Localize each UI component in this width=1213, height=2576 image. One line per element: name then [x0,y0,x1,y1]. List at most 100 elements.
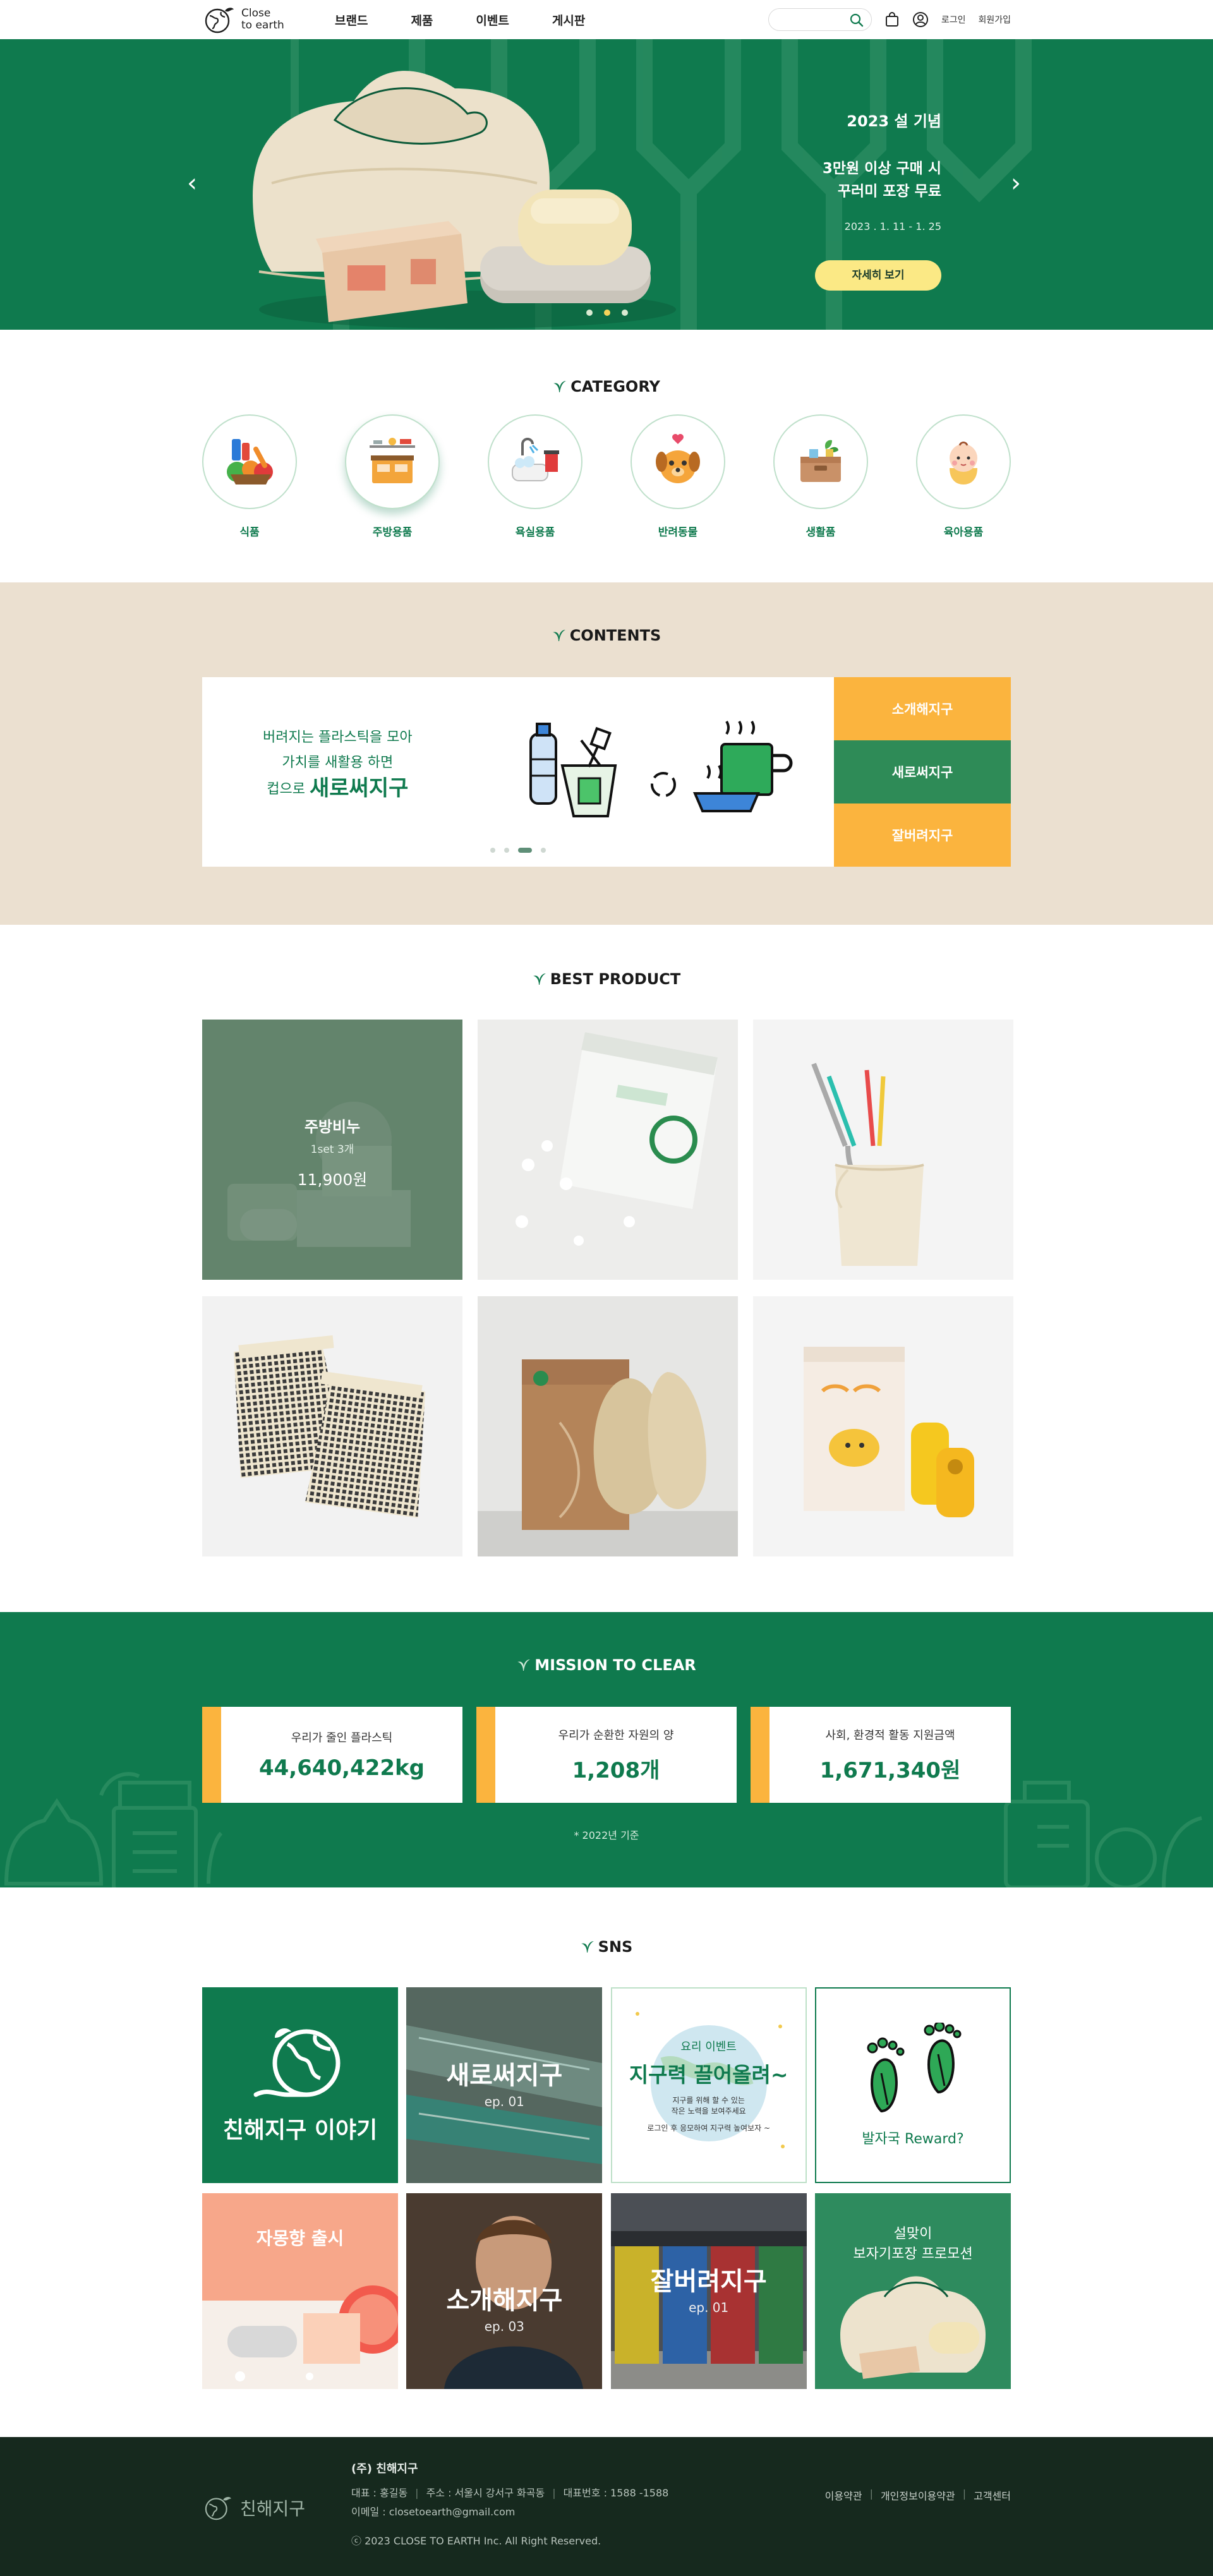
contents-slide[interactable]: 버려지는 플라스틱을 모아 가치를 새활용 하면 컵으로 새로써지구 [202,677,834,867]
globe-hand-icon [253,2028,341,2097]
separator: | [415,2487,419,2499]
contents-pagination [490,848,546,853]
sns-card-dispose-ep1[interactable]: 잘버려지구 ep. 01 [610,2193,807,2389]
contents-dot-2[interactable] [504,848,509,853]
recycle-illustration [529,720,793,817]
category-label: 육아용품 [943,526,984,539]
stat-value: 1,671,340원 [819,1757,961,1783]
mesh-bag-image [233,1335,426,1518]
sns-title-text: SNS [598,1938,633,1956]
category-item-living[interactable]: 생활품 [773,414,868,539]
stat-value: 1,208개 [572,1757,660,1783]
sns-title: SNS [202,1938,1011,1956]
product-card-soap[interactable]: 주방비누 1set 3개 11,900원 [202,1020,462,1280]
product-card-poop-bag[interactable] [753,1296,1013,1556]
hero-date: 2023 . 1. 11 - 1. 25 [844,220,941,232]
hero-dot-1[interactable] [586,310,593,316]
poop-bag-image [804,1347,974,1517]
search-icon[interactable] [850,13,864,27]
sns-card-pull-event[interactable]: 요리 이벤트 지구력 끌어올려~ 지구를 위해 할 수 있는 작은 노력을 보여… [610,1987,807,2183]
search-input[interactable] [777,9,854,30]
mission-title-text: MISSION TO CLEAR [534,1656,696,1674]
category-label: 식품 [239,526,260,539]
sns-card-reuse-ep1[interactable]: 새로써지구 ep. 01 [406,1987,603,2183]
hero-eyebrow: 2023 설 기념 [847,112,941,130]
footer-address: 주소 : 서울시 강서구 화곡동 [426,2487,545,2499]
food-icon [227,439,273,485]
shopping-bag-icon[interactable] [884,12,900,27]
mission-decoration-left [4,1772,223,1887]
category-item-bath[interactable]: 욕실용품 [488,414,582,539]
login-link[interactable]: 로그인 [941,13,966,26]
contents-copy-line-1: 버려지는 플라스틱을 모아 [263,730,413,745]
stat-label: 우리가 순환한 자원의 양 [558,1728,674,1742]
sns-card-footprint[interactable]: 발자국 Reward? [814,1987,1011,2183]
product-card-straw-set[interactable] [753,1020,1013,1280]
category-item-pet[interactable]: 반려동물 [631,414,725,539]
footer-logo[interactable]: 친해지구 [202,2495,305,2520]
nav-products[interactable]: 제품 [411,11,433,28]
sns-story-title: 친해지구 이야기 [222,2117,378,2143]
site-header: Close to earth 브랜드 제품 이벤트 게시판 로그인 회원가입 [0,0,1213,39]
product-card-scrubber[interactable] [478,1296,738,1556]
contents-dot-1[interactable] [490,848,495,853]
leaf-icon [517,1659,531,1671]
tab-reuse-earth[interactable]: 새로써지구 [834,740,1011,803]
footer-link-terms[interactable]: 이용약관 [825,2488,862,2503]
best-product-section: BEST PRODUCT 주방비누 1set 3개 11,900원 [0,925,1213,1612]
hero-next-arrow[interactable]: › [1011,171,1021,196]
product-card-mesh-bag[interactable] [202,1296,462,1556]
logo[interactable]: Close to earth [202,6,335,33]
wrap-bundle-image [840,2276,986,2379]
signup-link[interactable]: 회원가입 [978,13,1011,26]
category-item-baby[interactable]: 육아용품 [916,414,1011,539]
footer-info: (주) 친해지구 대표 : 홍길동 | 주소 : 서울시 강서구 화곡동 | 대표번호 … [351,2460,668,2551]
nav-events[interactable]: 이벤트 [476,11,509,28]
footer-links: 이용약관 | 개인정보이용약관 | 고객센터 [825,2488,1011,2503]
sns-intro-title: 소개해지구 [446,2286,563,2315]
category-circle [345,414,440,509]
sns-card-story[interactable]: 친해지구 이야기 [202,1987,398,2183]
footer-link-support[interactable]: 고객센터 [974,2488,1011,2503]
separator: | [869,2488,873,2500]
contents-dot-3[interactable] [518,848,532,853]
leaf-icon [552,630,565,641]
contents-copy-prefix: 컵으로 [267,781,305,797]
category-item-food[interactable]: 식품 [202,414,297,539]
scrubber-image [478,1359,738,1556]
hero-dot-3[interactable] [622,310,628,316]
contents-tabs: 소개해지구 새로써지구 잘버려지구 [834,677,1011,867]
nav-board[interactable]: 게시판 [552,11,585,28]
product-name: 주방비누 [304,1118,361,1136]
category-title: CATEGORY [202,378,1011,395]
nav-brand[interactable]: 브랜드 [335,11,368,28]
pet-icon [656,434,700,483]
sns-card-promo[interactable]: 설맞이 보자기포장 프로모션 [814,2193,1011,2389]
sns-card-intro-ep3[interactable]: 소개해지구 ep. 03 [406,2193,603,2389]
footer-logo-text: 친해지구 [240,2498,306,2519]
footer-phone: 대표번호 : 1588 -1588 [563,2487,669,2499]
contents-section: CONTENTS 버려지는 플라스틱을 모아 가치를 새활용 하면 컵으로 새로… [0,582,1213,925]
best-product-title: BEST PRODUCT [202,970,1011,988]
user-icon[interactable] [912,11,929,28]
category-item-kitchen[interactable]: 주방용품 [345,414,440,539]
footer-business-line: 대표 : 홍길동 | 주소 : 서울시 강서구 화곡동 | 대표번호 : 1588 -1… [351,2484,668,2503]
contents-copy-highlight: 새로써지구 [309,776,409,801]
category-section: CATEGORY 식품 주방용품 욕실용품 반려동물 생활품 육아용품 [0,330,1213,582]
mission-stats: 우리가 줄인 플라스틱 44,640,422kg 우리가 순환한 자원의 양 1… [202,1707,1011,1803]
bath-icon [512,438,559,481]
tab-dispose-earth[interactable]: 잘버려지구 [834,803,1011,867]
category-list: 식품 주방용품 욕실용품 반려동물 생활품 육아용품 [202,414,1011,539]
contents-title: CONTENTS [202,627,1011,644]
tab-introduce-earth[interactable]: 소개해지구 [834,677,1011,740]
sns-card-scent[interactable]: 자몽향 출시 [202,2193,398,2389]
hero-detail-button[interactable]: 자세히 보기 [815,260,941,291]
living-icon [800,440,841,482]
mission-title: MISSION TO CLEAR [202,1656,1011,1674]
hero-prev-arrow[interactable]: ‹ [187,171,197,196]
footprint-icon [867,2023,962,2113]
product-card-tablet-pouch[interactable] [478,1020,738,1280]
hero-dot-2[interactable] [604,310,610,316]
footer-link-privacy[interactable]: 개인정보이용약관 [881,2488,955,2503]
contents-dot-4[interactable] [541,848,546,853]
